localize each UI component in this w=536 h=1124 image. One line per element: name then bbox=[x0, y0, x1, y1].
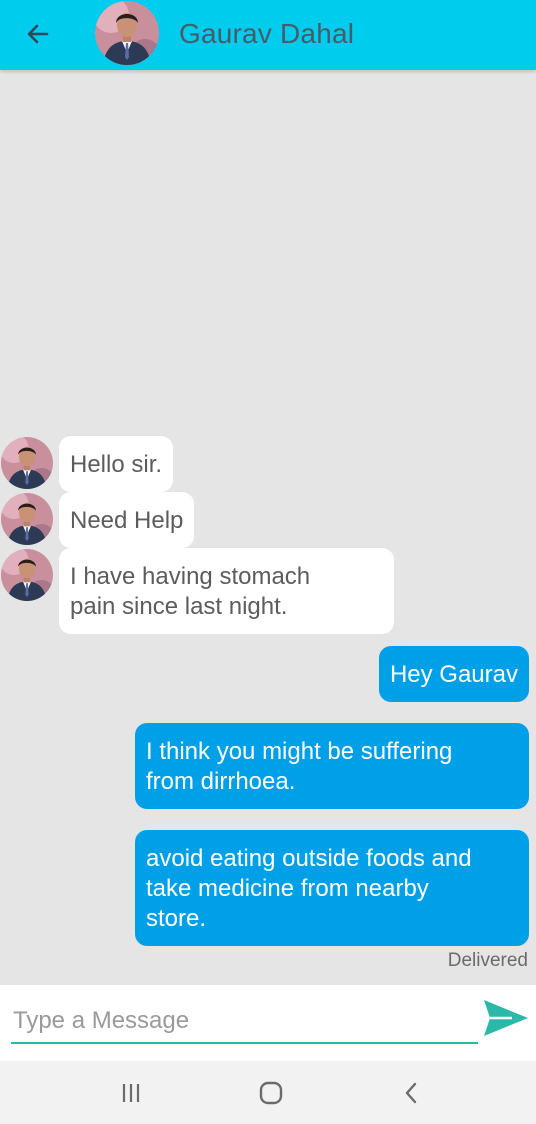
nav-back-button[interactable] bbox=[392, 1075, 432, 1111]
message-text-line: pain since last night. bbox=[70, 593, 288, 620]
message-text: Need Help bbox=[70, 507, 184, 534]
incoming-message[interactable]: Need Help bbox=[59, 492, 195, 548]
send-button[interactable] bbox=[481, 996, 531, 1040]
message-text: Hello sir. bbox=[70, 451, 163, 478]
message-text-line: I think you might be suffering bbox=[146, 738, 453, 765]
incoming-message[interactable]: I have having stomach pain since last ni… bbox=[59, 548, 394, 634]
outgoing-message[interactable]: I think you might be suffering from dirr… bbox=[135, 723, 529, 809]
message-text-line: from dirrhoea. bbox=[146, 768, 296, 795]
back-button[interactable] bbox=[22, 18, 54, 50]
message-list[interactable]: Hello sir. Need Help I have having stoma… bbox=[0, 70, 536, 985]
system-navigation-bar bbox=[0, 1061, 536, 1124]
recents-button[interactable] bbox=[111, 1075, 151, 1111]
home-button[interactable] bbox=[251, 1075, 291, 1111]
message-input[interactable] bbox=[11, 1004, 478, 1044]
arrow-left-icon bbox=[27, 24, 49, 44]
message-text-line: I have having stomach bbox=[70, 563, 311, 590]
outgoing-message[interactable]: Hey Gaurav bbox=[378, 646, 529, 702]
send-icon bbox=[484, 1000, 528, 1036]
outgoing-message[interactable]: avoid eating outside foods and take medi… bbox=[135, 830, 529, 946]
sender-avatar bbox=[1, 493, 53, 545]
app-header: Gaurav Dahal bbox=[0, 0, 536, 70]
incoming-message[interactable]: Hello sir. bbox=[59, 436, 174, 492]
message-text-line: avoid eating outside foods and bbox=[146, 845, 472, 872]
message-text-line: store. bbox=[146, 905, 207, 932]
contact-name[interactable]: Gaurav Dahal bbox=[179, 18, 354, 50]
delivery-status: Delivered bbox=[447, 950, 528, 971]
sender-avatar bbox=[1, 549, 53, 601]
message-composer bbox=[0, 985, 536, 1061]
back-chevron-icon bbox=[405, 1082, 417, 1104]
recents-icon bbox=[122, 1084, 140, 1102]
sender-avatar bbox=[1, 437, 53, 489]
home-icon bbox=[259, 1081, 283, 1105]
contact-avatar[interactable] bbox=[95, 1, 159, 65]
message-text-line: take medicine from nearby bbox=[146, 875, 429, 902]
message-text: Hey Gaurav bbox=[389, 661, 518, 688]
